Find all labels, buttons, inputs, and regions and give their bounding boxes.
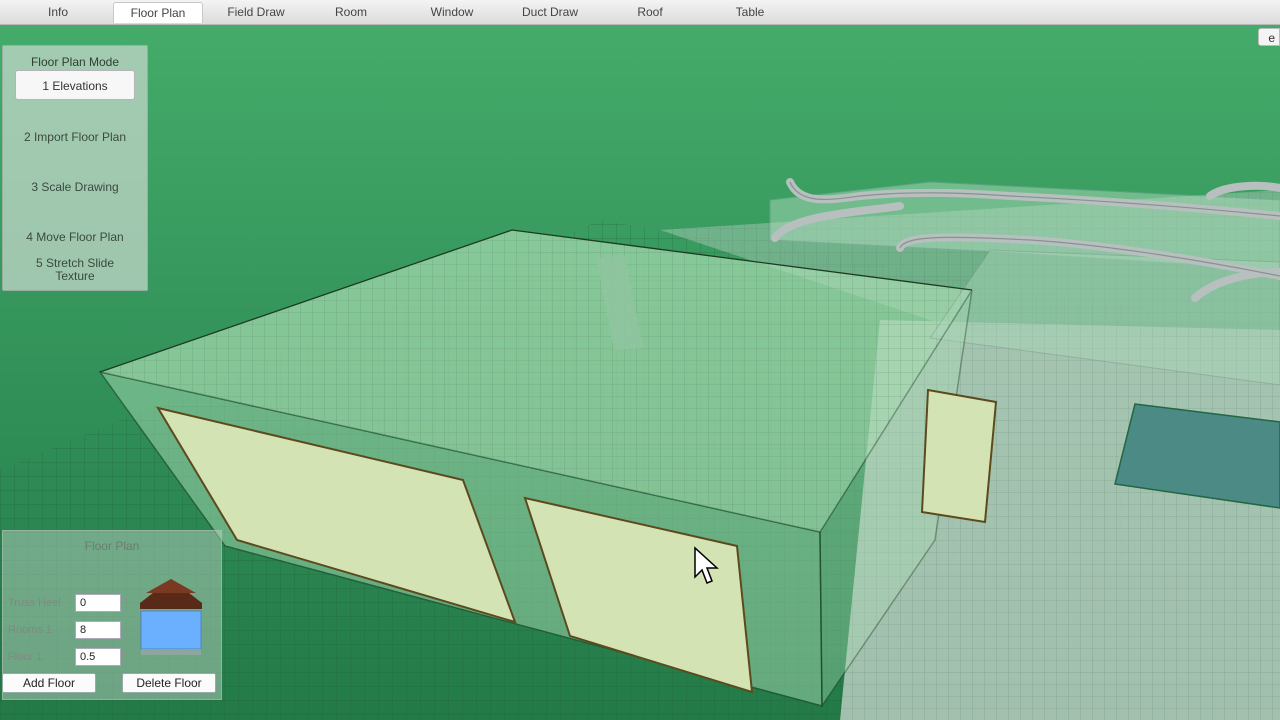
floor-panel-title: Floor Plan	[84, 539, 140, 553]
delete-floor-button[interactable]: Delete Floor	[122, 673, 216, 693]
tab-field-draw[interactable]: Field Draw	[215, 2, 297, 22]
tab-info[interactable]: Info	[30, 2, 86, 22]
truss-heel-label: Truss Heel	[8, 597, 61, 609]
house-floor-icon[interactable]	[140, 577, 202, 657]
floor-1-unit: f	[124, 651, 128, 663]
top-tab-bar: Info Floor Plan Field Draw Room Window D…	[0, 0, 1280, 25]
mode-move-floor-plan[interactable]: 4 Move Floor Plan	[15, 231, 135, 244]
tab-duct-draw[interactable]: Duct Draw	[510, 2, 590, 22]
mode-elevations-button[interactable]: 1 Elevations	[15, 70, 135, 100]
rooms-1-label: Rooms 1	[8, 624, 53, 636]
mode-panel-title: Floor Plan Mode	[30, 55, 120, 69]
tab-floor-plan[interactable]: Floor Plan	[113, 2, 203, 23]
rooms-1-unit: f	[124, 624, 128, 636]
mode-scale-drawing[interactable]: 3 Scale Drawing	[15, 181, 135, 194]
corner-button[interactable]: e	[1258, 28, 1280, 46]
tab-window[interactable]: Window	[417, 2, 487, 22]
tab-room[interactable]: Room	[318, 2, 384, 22]
wall-panel-right	[920, 388, 998, 524]
truss-heel-input[interactable]	[75, 594, 121, 612]
mode-import-floor-plan[interactable]: 2 Import Floor Plan	[15, 131, 135, 144]
floor-1-input[interactable]	[75, 648, 121, 666]
add-floor-button[interactable]: Add Floor	[2, 673, 96, 693]
floor-1-label: Floor 1	[8, 651, 43, 663]
tab-roof[interactable]: Roof	[620, 2, 680, 22]
rooms-1-input[interactable]	[75, 621, 121, 639]
mode-stretch-slide-texture[interactable]: 5 Stretch Slide Texture	[15, 257, 135, 283]
truss-heel-unit: f	[124, 597, 128, 609]
tab-table[interactable]: Table	[718, 2, 782, 22]
floor-plan-mode-panel: Floor Plan Mode 1 Elevations 2 Import Fl…	[2, 45, 148, 291]
